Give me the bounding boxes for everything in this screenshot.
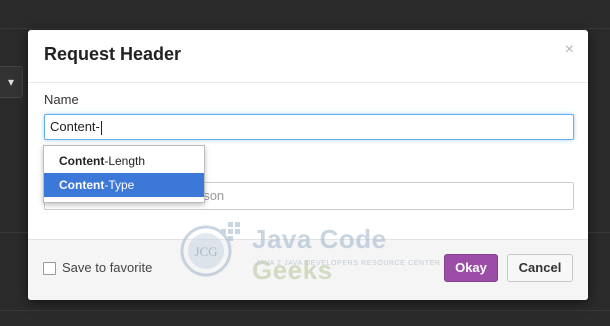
name-input[interactable]: Content- [44, 114, 574, 140]
background-dropdown-chevron: ▾ [0, 66, 23, 98]
autocomplete-option-content-type[interactable]: Content-Type [44, 173, 204, 197]
dialog-footer: Save to favorite Okay Cancel [28, 239, 588, 300]
request-header-dialog: Request Header × Name Content- e.g. text… [28, 30, 588, 300]
autocomplete-option-content-length[interactable]: Content-Length [44, 149, 204, 173]
option-match-text: Content [59, 178, 105, 192]
autocomplete-dropdown: Content-Length Content-Type [43, 145, 205, 203]
save-favorite-checkbox[interactable] [43, 262, 56, 275]
name-label: Name [44, 92, 79, 107]
close-icon[interactable]: × [565, 42, 574, 58]
cancel-button[interactable]: Cancel [507, 254, 573, 282]
option-match-text: Content [59, 154, 105, 168]
chevron-down-icon: ▾ [7, 75, 15, 89]
option-rest-text: -Type [104, 178, 135, 192]
dialog-title: Request Header [44, 44, 182, 64]
title-divider [28, 82, 588, 83]
name-input-value: Content- [50, 119, 100, 134]
save-favorite-label[interactable]: Save to favorite [62, 260, 152, 275]
background-divider [0, 310, 610, 311]
okay-button[interactable]: Okay [444, 254, 498, 282]
text-caret [100, 120, 102, 135]
option-rest-text: -Length [104, 154, 146, 168]
background-divider [0, 28, 610, 29]
